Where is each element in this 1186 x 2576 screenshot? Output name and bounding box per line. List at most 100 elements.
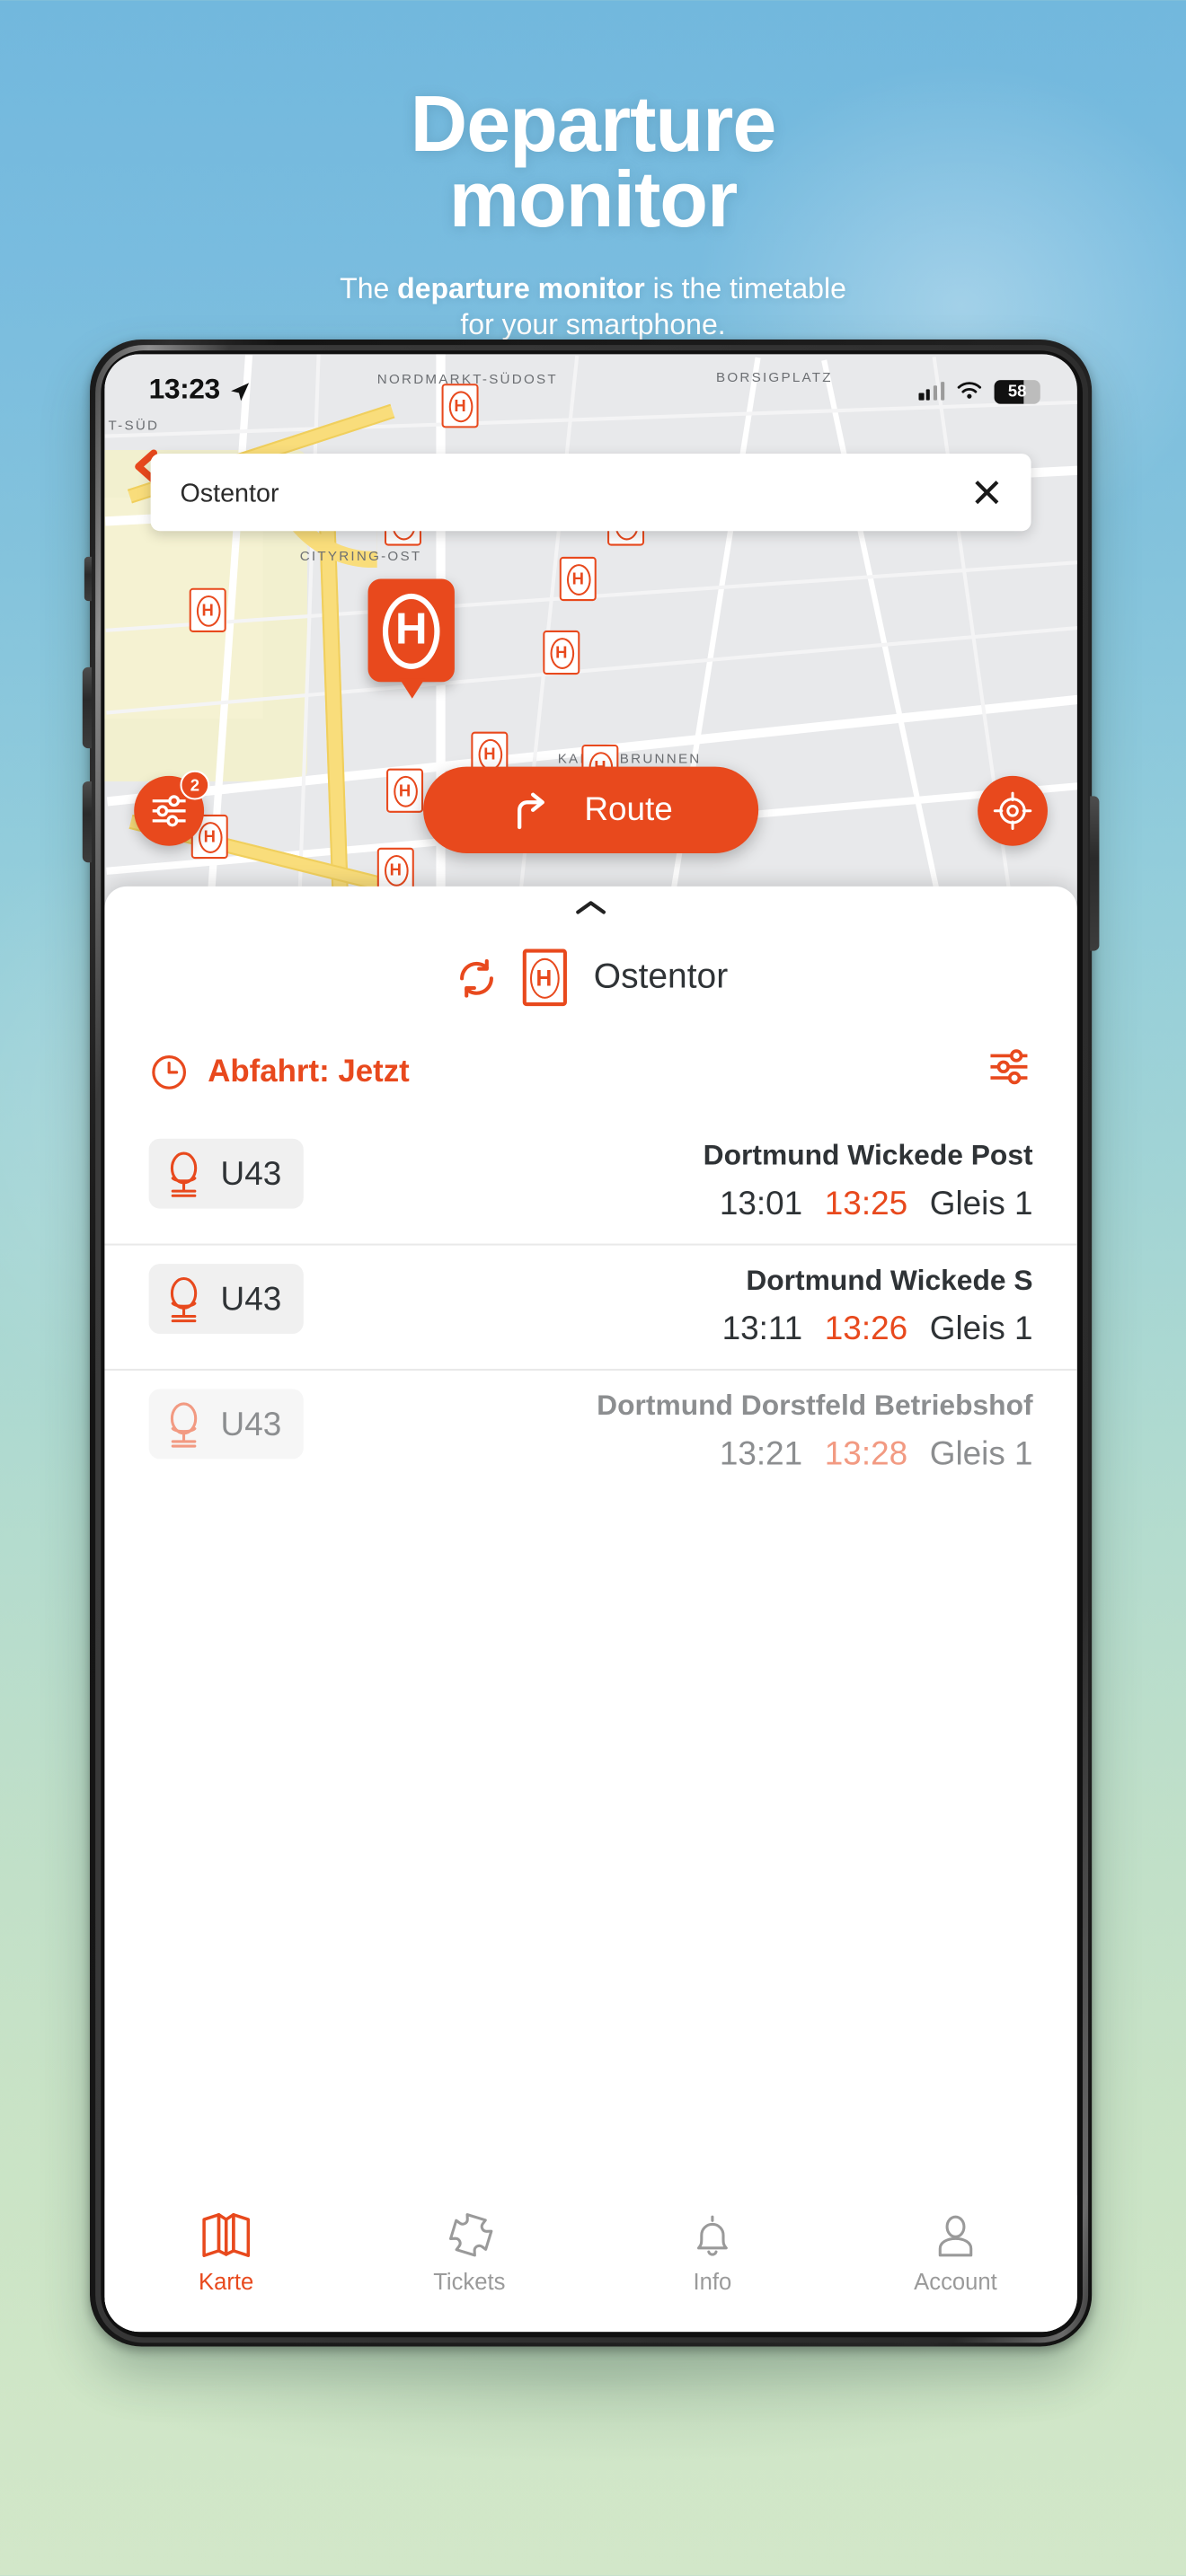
map-stop-marker[interactable]: H [386, 768, 424, 813]
tab-info[interactable]: Info [591, 2212, 835, 2295]
departure-row[interactable]: U43 Dortmund Dorstfeld Betriebshof 13:21… [104, 1371, 1076, 1494]
stop-h-icon: H [477, 737, 502, 770]
filter-count-badge: 2 [180, 770, 210, 800]
departure-details: Dortmund Wickede S 13:11 13:26 Gleis 1 [722, 1264, 1033, 1348]
map-label: KAISERBRUNNEN [557, 750, 702, 767]
battery-icon: 58 [994, 379, 1040, 403]
line-label: U43 [220, 1279, 282, 1317]
sheet-header: H Ostentor [104, 927, 1076, 1032]
refresh-icon[interactable] [454, 956, 498, 1000]
tab-account[interactable]: Account [834, 2212, 1077, 2295]
tab-label: Info [693, 2269, 732, 2296]
wifi-icon [957, 382, 982, 399]
search-input[interactable]: Ostentor [180, 478, 279, 507]
phone-mockup: NORDMARKT-SÜDOST BORSIGPLATZ T-SÜD CITYR… [82, 340, 1100, 2347]
station-name: Ostentor [593, 957, 729, 996]
sheet-expand-handle[interactable] [104, 887, 1076, 927]
status-indicators: 58 [919, 379, 1040, 403]
actual-time: 13:26 [824, 1310, 908, 1347]
phone-button-power[interactable] [1090, 796, 1100, 951]
subtitle-line2: for your smartphone. [460, 307, 726, 340]
tram-icon [170, 1151, 198, 1197]
phone-button-silent[interactable] [84, 556, 93, 602]
departure-time-label: Abfahrt: Jetzt [208, 1053, 410, 1089]
tab-karte[interactable]: Karte [104, 2212, 348, 2295]
clock-icon [152, 1054, 187, 1089]
destination: Dortmund Wickede S [746, 1266, 1033, 1297]
page-title: Departure monitor [0, 84, 1186, 244]
stop-h-icon: H [383, 853, 408, 886]
line-chip: U43 [148, 1264, 304, 1334]
map-stop-marker[interactable]: H [376, 847, 414, 892]
departure-filter-bar: Abfahrt: Jetzt [104, 1032, 1076, 1120]
map-locate-button[interactable] [978, 775, 1048, 846]
cellular-signal-icon [919, 382, 945, 401]
destination: Dortmund Wickede Post [703, 1140, 1033, 1172]
stop-h-icon: H [565, 563, 590, 595]
scheduled-time: 13:21 [719, 1434, 803, 1472]
departure-details: Dortmund Dorstfeld Betriebshof 13:21 13:… [597, 1389, 1032, 1474]
tram-icon [170, 1402, 198, 1448]
line-chip: U43 [148, 1389, 304, 1460]
line-label: U43 [220, 1154, 282, 1192]
person-icon [938, 2215, 973, 2257]
stop-h-icon: H [549, 637, 574, 668]
map-stop-marker[interactable]: H [559, 556, 597, 602]
bell-icon [696, 2215, 728, 2256]
departure-row[interactable]: U43 Dortmund Wickede S 13:11 13:26 Gleis… [104, 1246, 1077, 1371]
platform: Gleis 1 [929, 1310, 1033, 1347]
line-chip: U43 [148, 1138, 304, 1209]
status-bar: 13:23 58 [104, 354, 1076, 417]
scheduled-time: 13:11 [721, 1310, 803, 1347]
route-button-label: Route [584, 790, 673, 828]
departure-row[interactable]: U43 Dortmund Wickede Post 13:01 13:25 Gl… [104, 1120, 1077, 1246]
platform: Gleis 1 [929, 1434, 1033, 1472]
departure-times: 13:01 13:25 Gleis 1 [704, 1185, 1033, 1223]
map-road-primary [319, 528, 349, 898]
status-time: 13:23 [148, 374, 221, 406]
phone-button-volume-up[interactable] [82, 666, 93, 749]
filter-sliders-icon [152, 795, 186, 827]
page-subtitle: The departure monitor is the timetable f… [0, 270, 1186, 342]
departure-times: 13:11 13:26 Gleis 1 [722, 1310, 1033, 1348]
actual-time: 13:25 [824, 1184, 908, 1222]
tab-label: Account [914, 2269, 997, 2296]
location-arrow-icon [230, 382, 249, 401]
search-bar[interactable]: Ostentor [150, 454, 1031, 532]
map-icon [202, 2212, 251, 2257]
map-stop-marker[interactable]: H [543, 630, 580, 675]
tram-icon [170, 1276, 198, 1323]
map-stop-marker[interactable]: H [189, 587, 226, 632]
tab-tickets[interactable]: Tickets [348, 2212, 591, 2295]
line-label: U43 [220, 1404, 282, 1442]
page-title-line2: monitor [448, 154, 739, 244]
departure-times: 13:21 13:28 Gleis 1 [597, 1434, 1033, 1474]
map-filter-button[interactable]: 2 [134, 770, 210, 846]
map-view[interactable]: NORDMARKT-SÜDOST BORSIGPLATZ T-SÜD CITYR… [104, 354, 1077, 902]
phone-button-volume-down[interactable] [82, 781, 93, 863]
departure-sheet[interactable]: H Ostentor Abfahrt: Jetzt U43 Dortmund W… [104, 886, 1077, 2333]
battery-level: 58 [1007, 381, 1027, 400]
subtitle-pre: The [340, 271, 398, 304]
close-x-icon[interactable] [972, 478, 1002, 507]
map-road [821, 359, 941, 896]
hero-section: Departure monitor The departure monitor … [0, 84, 1186, 342]
stop-h-icon: H [197, 821, 222, 852]
route-button[interactable]: Route [423, 766, 759, 853]
subtitle-post: is the timetable [644, 271, 846, 304]
map-selected-stop-marker[interactable]: H [367, 578, 455, 699]
turn-right-arrow-icon [518, 792, 545, 830]
tab-label: Karte [199, 2269, 254, 2296]
departure-filter-button[interactable] [985, 1048, 1032, 1094]
tab-label: Tickets [433, 2269, 506, 2296]
map-label: T-SÜD [108, 417, 160, 434]
subtitle-bold: departure monitor [397, 271, 645, 304]
sheet-stop-badge: H [521, 948, 567, 1007]
map-label: CITYRING-OST [299, 547, 422, 565]
scheduled-time: 13:01 [719, 1184, 803, 1222]
phone-screen: NORDMARKT-SÜDOST BORSIGPLATZ T-SÜD CITYR… [104, 354, 1077, 2333]
departure-details: Dortmund Wickede Post 13:01 13:25 Gleis … [704, 1139, 1033, 1223]
stop-h-icon: H [529, 957, 559, 998]
locate-crosshair-icon [993, 791, 1032, 831]
departure-time-selector[interactable]: Abfahrt: Jetzt [149, 1051, 410, 1091]
